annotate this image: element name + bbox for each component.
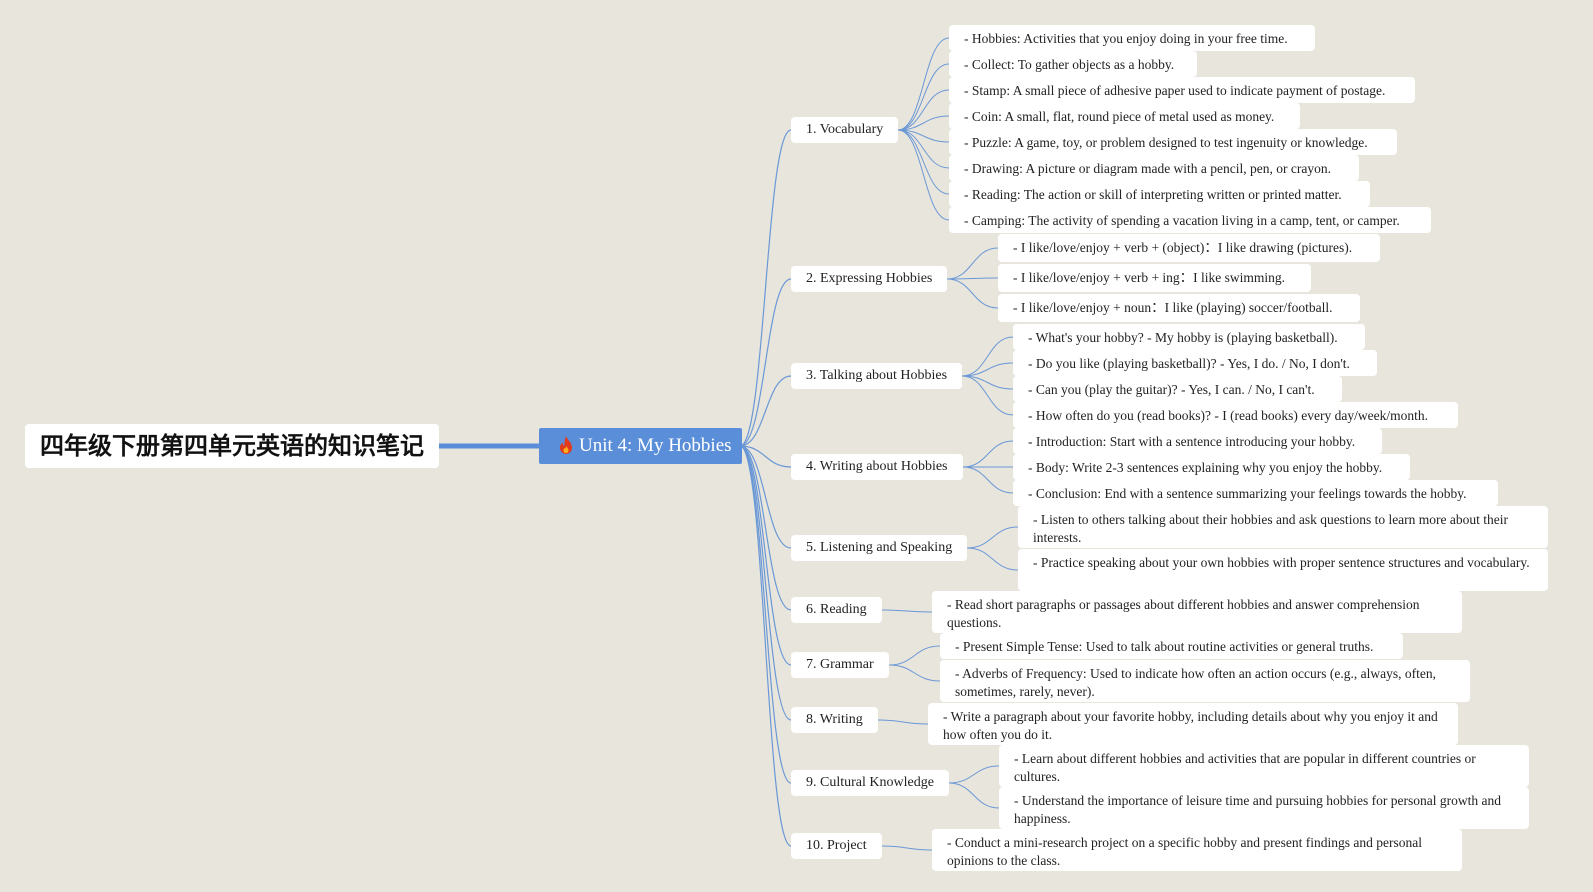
leaf-item[interactable]: - Drawing: A picture or diagram made wit… (949, 155, 1359, 181)
leaf-item[interactable]: - Understand the importance of leisure t… (999, 787, 1529, 829)
branch-cultural-knowledge[interactable]: 9. Cultural Knowledge (791, 770, 949, 796)
leaf-connector (877, 719, 929, 725)
leaf-item[interactable]: - Reading: The action or skill of interp… (949, 181, 1370, 207)
leaf-item[interactable]: - I like/love/enjoy + noun：I like (playi… (998, 294, 1360, 322)
leaf-item[interactable]: - Body: Write 2-3 sentences explaining w… (1013, 454, 1410, 480)
leaf-connector (948, 782, 1000, 809)
central-topic-label: Unit 4: My Hobbies (579, 435, 732, 456)
leaf-connector (888, 645, 941, 666)
leaf-connector (946, 247, 999, 280)
branch-connector (739, 445, 792, 666)
leaf-item[interactable]: - Coin: A small, flat, round piece of me… (949, 103, 1300, 129)
branch-connector (739, 278, 792, 447)
branch-listening-speaking[interactable]: 5. Listening and Speaking (791, 535, 968, 561)
branch-connector (739, 445, 792, 721)
leaf-item[interactable]: - Conduct a mini-research project on a s… (932, 829, 1462, 871)
leaf-connector (881, 845, 933, 851)
leaf-item[interactable]: - What's your hobby? - My hobby is (play… (1013, 324, 1365, 350)
branch-talking-about-hobbies[interactable]: 3. Talking about Hobbies (791, 363, 963, 389)
leaf-connector (946, 278, 999, 309)
leaf-connector (961, 362, 1014, 377)
branch-writing[interactable]: 8. Writing (791, 707, 878, 733)
leaf-item[interactable]: - Do you like (playing basketball)? - Ye… (1013, 350, 1377, 376)
leaf-item[interactable]: - Hobbies: Activities that you enjoy doi… (949, 25, 1315, 51)
leaf-connector (888, 664, 941, 682)
leaf-item[interactable]: - Listen to others talking about their h… (1018, 506, 1548, 548)
leaf-item[interactable]: - I like/love/enjoy + verb + ing：I like … (998, 264, 1311, 292)
leaf-connector (948, 765, 1000, 784)
leaf-item[interactable]: - Camping: The activity of spending a va… (949, 207, 1431, 233)
leaf-connector (961, 375, 1014, 416)
leaf-item[interactable]: - Can you (play the guitar)? - Yes, I ca… (1013, 376, 1342, 402)
leaf-connector (897, 129, 950, 195)
leaf-item[interactable]: - Write a paragraph about your favorite … (928, 703, 1458, 745)
branch-reading[interactable]: 6. Reading (791, 597, 882, 623)
branch-connector (739, 129, 792, 447)
leaf-item[interactable]: - Stamp: A small piece of adhesive paper… (949, 77, 1415, 103)
leaf-item[interactable]: - Introduction: Start with a sentence in… (1013, 428, 1382, 454)
central-topic[interactable]: Unit 4: My Hobbies (539, 428, 742, 464)
leaf-connector (961, 375, 1014, 390)
leaf-connector (962, 440, 1014, 468)
branch-vocabulary[interactable]: 1. Vocabulary (791, 117, 899, 143)
leaf-connector (962, 466, 1014, 494)
root-title[interactable]: 四年级下册第四单元英语的知识笔记 (25, 424, 439, 468)
leaf-connector (897, 63, 950, 131)
leaf-item[interactable]: - Conclusion: End with a sentence summar… (1013, 480, 1498, 506)
leaf-connector (966, 547, 1019, 571)
branch-connector (739, 445, 792, 847)
leaf-item[interactable]: - How often do you (read books)? - I (re… (1013, 402, 1458, 428)
leaf-item[interactable]: - Practice speaking about your own hobbi… (1018, 549, 1548, 591)
leaf-item[interactable]: - Read short paragraphs or passages abou… (932, 591, 1462, 633)
branch-project[interactable]: 10. Project (791, 833, 882, 859)
leaf-item[interactable]: - Puzzle: A game, toy, or problem design… (949, 129, 1397, 155)
flame-icon (560, 436, 572, 454)
leaf-item[interactable]: - I like/love/enjoy + verb + (object)：I … (998, 234, 1380, 262)
leaf-connector (897, 129, 950, 221)
branch-expressing-hobbies[interactable]: 2. Expressing Hobbies (791, 266, 948, 292)
leaf-item[interactable]: - Adverbs of Frequency: Used to indicate… (940, 660, 1470, 702)
leaf-connector (881, 609, 933, 613)
leaf-item[interactable]: - Collect: To gather objects as a hobby. (949, 51, 1197, 77)
leaf-connector (966, 526, 1019, 549)
branch-grammar[interactable]: 7. Grammar (791, 652, 889, 678)
branch-writing-about-hobbies[interactable]: 4. Writing about Hobbies (791, 454, 963, 480)
leaf-connector (961, 336, 1014, 377)
leaf-item[interactable]: - Present Simple Tense: Used to talk abo… (940, 633, 1403, 659)
leaf-item[interactable]: - Learn about different hobbies and acti… (999, 745, 1529, 787)
